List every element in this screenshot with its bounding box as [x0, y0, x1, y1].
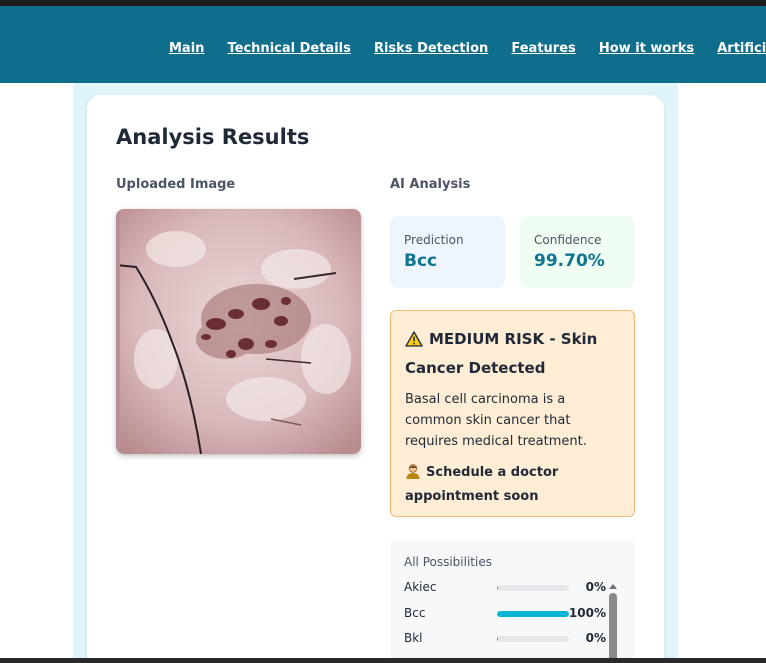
- nav-link-artificial-intelligence[interactable]: Artificial Intelligence: [717, 41, 766, 56]
- ai-analysis-label: AI Analysis: [390, 177, 471, 192]
- possibility-percent: 100%: [568, 606, 606, 620]
- nav-link-features[interactable]: Features: [511, 41, 575, 56]
- possibility-bar-fill: [497, 636, 499, 642]
- possibility-bar-fill: [497, 585, 499, 591]
- possibility-percent: 0%: [585, 580, 606, 594]
- possibility-name: Akiec: [404, 580, 437, 594]
- scrollbar-thumb[interactable]: [609, 593, 617, 663]
- nav-link-main[interactable]: Main: [169, 41, 204, 56]
- doctor-icon: [405, 463, 421, 486]
- page-title: Analysis Results: [116, 125, 310, 149]
- risk-title: MEDIUM RISK - Skin Cancer Detected: [405, 330, 598, 377]
- navbar: Main Technical Details Risks Detection F…: [0, 6, 766, 83]
- possibilities-title: All Possibilities: [404, 555, 492, 569]
- scroll-up-arrow-icon[interactable]: [609, 584, 617, 589]
- confidence-box: Confidence 99.70%: [520, 216, 635, 288]
- prediction-label: Prediction: [404, 233, 464, 247]
- nav-link-technical-details[interactable]: Technical Details: [228, 41, 351, 56]
- possibility-name: Bkl: [404, 631, 423, 645]
- possibility-bar: [497, 585, 569, 591]
- risk-title-row: MEDIUM RISK - Skin Cancer Detected: [405, 326, 622, 381]
- warning-icon: [405, 329, 423, 355]
- risk-description: Basal cell carcinoma is a common skin ca…: [405, 392, 587, 449]
- nav-link-how-it-works[interactable]: How it works: [599, 41, 694, 56]
- possibility-bar-fill: [497, 611, 569, 617]
- possibility-row: Bkl 0%: [404, 629, 624, 649]
- possibilities-panel: All Possibilities Akiec 0% Bcc 100% Bkl …: [390, 539, 635, 663]
- possibility-bar: [497, 636, 569, 642]
- possibility-bar: [497, 611, 569, 617]
- risk-action-row: Schedule a doctor appointment soon: [405, 462, 622, 507]
- nav-link-risks-detection[interactable]: Risks Detection: [374, 41, 488, 56]
- risk-alert: MEDIUM RISK - Skin Cancer Detected Basal…: [390, 310, 635, 517]
- possibility-name: Bcc: [404, 606, 426, 620]
- analysis-results-card: Analysis Results Uploaded Image AI Analy…: [87, 95, 664, 663]
- possibility-percent: 0%: [585, 631, 606, 645]
- uploaded-image: [116, 209, 361, 454]
- risk-action: Schedule a doctor appointment soon: [405, 465, 559, 504]
- confidence-value: 99.70%: [534, 251, 605, 271]
- prediction-box: Prediction Bcc: [390, 216, 505, 288]
- possibility-row: Bcc 100%: [404, 604, 624, 624]
- possibility-row: Akiec 0%: [404, 578, 624, 598]
- window-bottom-strip: [0, 658, 766, 663]
- nav-links: Main Technical Details Risks Detection F…: [169, 37, 766, 56]
- prediction-value: Bcc: [404, 251, 438, 271]
- confidence-label: Confidence: [534, 233, 602, 247]
- uploaded-image-label: Uploaded Image: [116, 177, 236, 192]
